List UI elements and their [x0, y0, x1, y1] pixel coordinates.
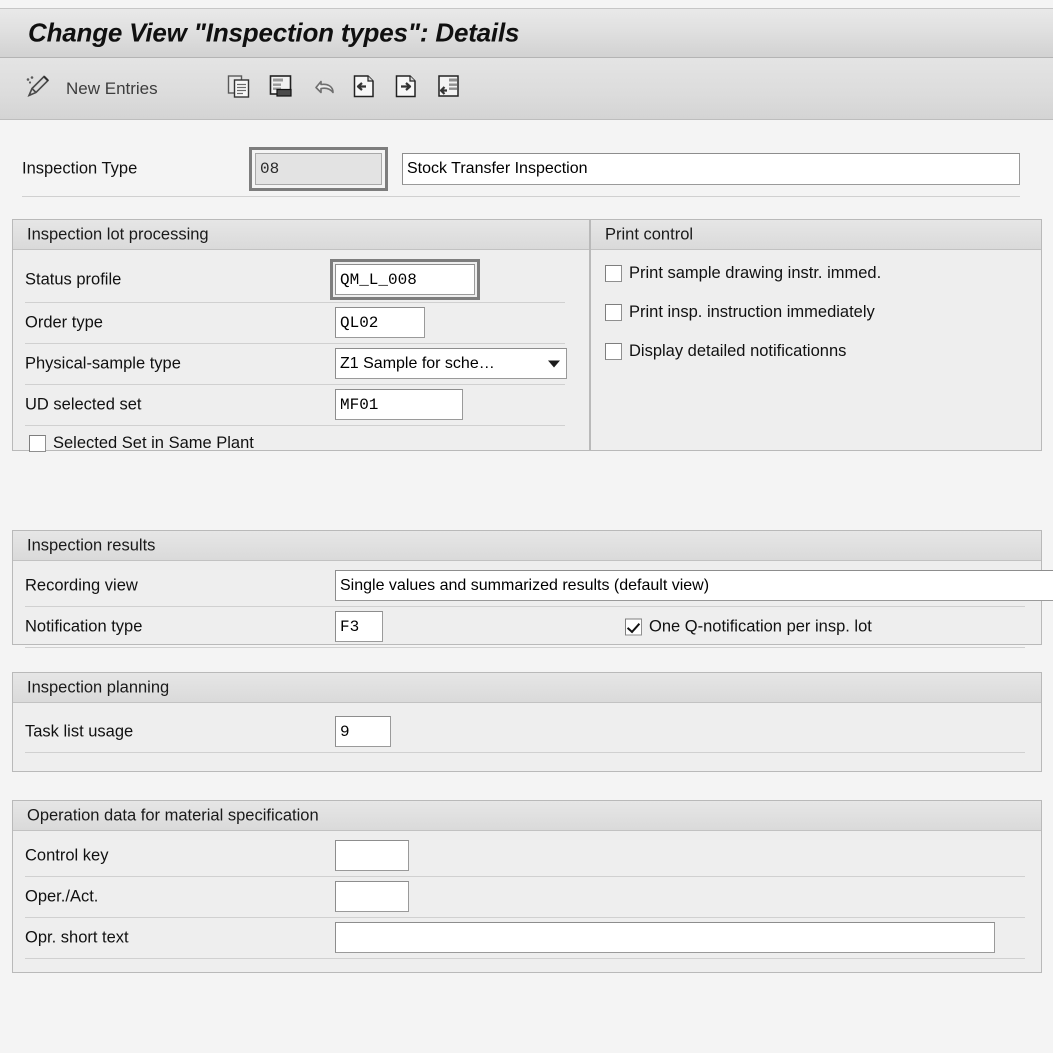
print-insp-instruction-checkbox[interactable]: Print insp. instruction immediately [605, 303, 875, 322]
recording-view-label: Recording view [25, 576, 138, 595]
oper-act-label: Oper./Act. [25, 887, 99, 906]
checkbox-label: Display detailed notificationns [629, 342, 847, 360]
order-type-label: Order type [25, 313, 103, 332]
task-list-usage-row: Task list usage 9 [13, 712, 1041, 752]
notification-type-label: Notification type [25, 617, 143, 636]
inspection-type-row: Inspection Type 08 Stock Transfer Inspec… [0, 140, 1053, 198]
inspection-type-key-field[interactable]: 08 [255, 153, 382, 185]
section-operation-data: Operation data for material specificatio… [12, 800, 1042, 973]
pencil-icon[interactable] [22, 72, 52, 105]
application-toolbar: New Entries [0, 58, 1053, 120]
window-title-bar: Change View "Inspection types": Details [0, 8, 1053, 58]
physical-sample-type-value: Z1 Sample for sche… [340, 354, 495, 372]
notification-type-row: Notification type F3 One Q-notification … [13, 607, 1041, 647]
physical-sample-type-row: Physical-sample type Z1 Sample for sche… [13, 344, 589, 384]
row-separator [25, 647, 1025, 648]
opr-short-text-label: Opr. short text [25, 928, 129, 947]
checkbox-label: Print insp. instruction immediately [629, 303, 875, 321]
section-header: Inspection results [13, 531, 1041, 561]
status-profile-field[interactable]: QM_L_008 [335, 264, 475, 295]
details-list-icon[interactable] [436, 73, 462, 104]
section-title: Inspection lot processing [27, 225, 209, 243]
recording-view-field[interactable]: Single values and summarized results (de… [335, 570, 1053, 601]
ud-selected-set-row: UD selected set MF01 [13, 385, 589, 425]
previous-entry-icon[interactable] [352, 73, 376, 104]
checkbox-label: Selected Set in Same Plant [53, 434, 254, 452]
section-title: Inspection results [27, 536, 156, 554]
recording-view-row: Recording view Single values and summari… [13, 566, 1053, 606]
checkbox-box[interactable] [625, 618, 642, 636]
one-q-notification-checkbox[interactable]: One Q-notification per insp. lot [625, 618, 872, 637]
section-header: Operation data for material specificatio… [13, 801, 1041, 831]
oper-act-field[interactable] [335, 881, 409, 912]
opr-short-text-field[interactable] [335, 922, 995, 953]
physical-sample-type-label: Physical-sample type [25, 354, 181, 373]
inspection-type-label: Inspection Type [22, 159, 138, 178]
row-separator [25, 752, 1025, 753]
section-header: Print control [591, 220, 1041, 250]
section-inspection-lot-processing: Inspection lot processing Status profile… [12, 219, 590, 453]
section-header: Inspection planning [13, 673, 1041, 703]
oper-act-row: Oper./Act. [13, 877, 1041, 917]
section-title: Print control [605, 225, 694, 243]
control-key-field[interactable] [335, 840, 409, 871]
section-print-control: Print control Print sample drawing instr… [590, 219, 1042, 451]
inspection-type-description-field[interactable]: Stock Transfer Inspection [402, 153, 1020, 185]
next-entry-icon[interactable] [394, 73, 418, 104]
section-header: Inspection lot processing [13, 220, 589, 250]
header-row-separator [22, 196, 1020, 197]
selected-set-same-plant-checkbox[interactable]: Selected Set in Same Plant [29, 434, 254, 453]
checkbox-box[interactable] [29, 435, 46, 452]
order-type-field[interactable]: QL02 [335, 307, 425, 338]
status-area [0, 993, 1053, 1053]
section-title: Inspection planning [27, 678, 170, 696]
save-as-icon[interactable] [268, 73, 294, 104]
task-list-usage-field[interactable]: 9 [335, 716, 391, 747]
section-inspection-results: Inspection results Recording view Single… [12, 530, 1053, 648]
section-inspection-planning: Inspection planning Task list usage 9 [12, 672, 1042, 772]
control-key-label: Control key [25, 846, 109, 865]
copy-icon[interactable] [226, 73, 252, 104]
row-separator [25, 425, 565, 426]
checkbox-box[interactable] [605, 343, 622, 360]
checkbox-label: Print sample drawing instr. immed. [629, 264, 882, 282]
status-profile-row: Status profile QM_L_008 [13, 259, 589, 301]
row-separator [25, 958, 1025, 959]
ud-selected-set-field[interactable]: MF01 [335, 389, 463, 420]
physical-sample-type-dropdown[interactable]: Z1 Sample for sche… [335, 348, 567, 379]
ud-selected-set-label: UD selected set [25, 395, 142, 414]
status-profile-label: Status profile [25, 270, 122, 289]
print-sample-drawing-checkbox[interactable]: Print sample drawing instr. immed. [605, 264, 881, 283]
control-key-row: Control key [13, 836, 1041, 876]
new-entries-button[interactable]: New Entries [66, 79, 158, 99]
undo-icon[interactable] [310, 73, 338, 104]
checkbox-label: One Q-notification per insp. lot [649, 617, 872, 636]
notification-type-field[interactable]: F3 [335, 611, 383, 642]
task-list-usage-label: Task list usage [25, 722, 134, 741]
sap-details-screen: Change View "Inspection types": Details … [0, 0, 1053, 1053]
opr-short-text-row: Opr. short text [13, 918, 1041, 958]
checkbox-box[interactable] [605, 304, 622, 321]
section-title: Operation data for material specificatio… [27, 806, 319, 824]
chevron-down-icon[interactable] [548, 360, 560, 367]
display-detailed-notifications-checkbox[interactable]: Display detailed notificationns [605, 342, 846, 361]
order-type-row: Order type QL02 [13, 303, 589, 343]
checkbox-box[interactable] [605, 265, 622, 282]
page-title: Change View "Inspection types": Details [28, 17, 520, 48]
